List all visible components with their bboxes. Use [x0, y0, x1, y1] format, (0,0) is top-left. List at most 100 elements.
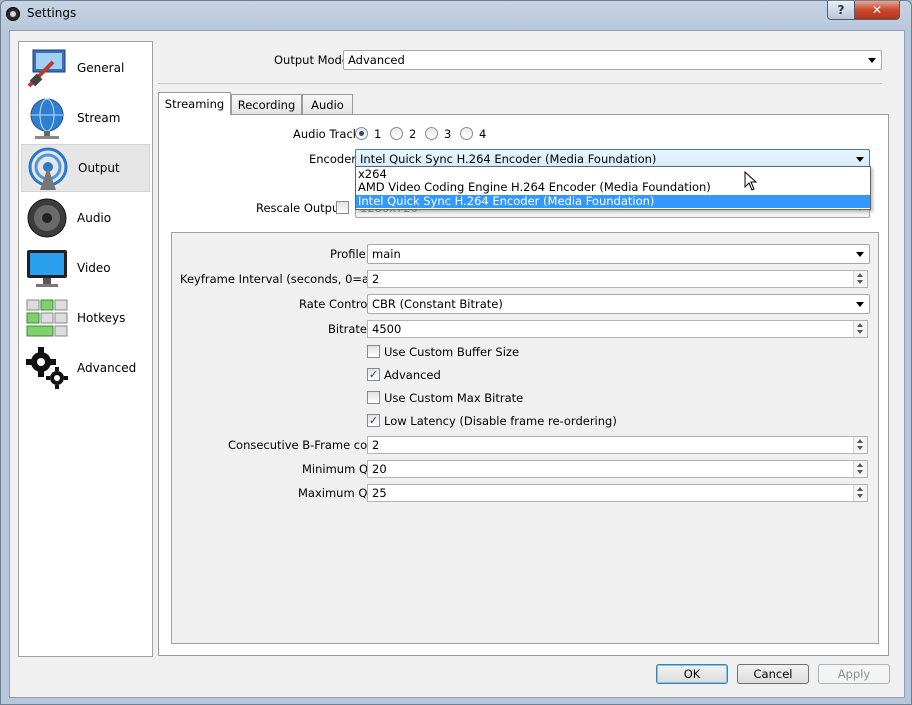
audio-track-radio-4[interactable]: [460, 127, 473, 140]
sidebar-item-label: Stream: [77, 111, 121, 125]
separator: [158, 83, 882, 84]
profile-select[interactable]: main: [367, 244, 870, 264]
tab-audio[interactable]: Audio: [302, 94, 353, 114]
encoder-settings-group: Profile main Keyframe Interval (seconds,…: [171, 232, 879, 644]
spin-arrows-icon[interactable]: [853, 437, 867, 453]
rescale-output-label: Rescale Output: [256, 201, 344, 215]
low-latency-checkbox[interactable]: ✓: [367, 414, 380, 427]
custom-max-bitrate-checkbox[interactable]: [367, 391, 380, 404]
rate-control-label: Rate Control: [299, 297, 371, 311]
sidebar-item-video[interactable]: Video: [21, 244, 150, 292]
encoder-value: Intel Quick Sync H.264 Encoder (Media Fo…: [360, 152, 657, 166]
minimum-qp-label: Minimum QP: [302, 462, 375, 476]
sidebar-item-label: Video: [77, 261, 111, 275]
sidebar-item-stream[interactable]: Stream: [21, 94, 150, 142]
spin-arrows-icon[interactable]: [853, 321, 867, 337]
spin-arrows-icon[interactable]: [853, 461, 867, 477]
keyframe-interval-input[interactable]: 2: [367, 270, 868, 288]
spin-arrows-icon[interactable]: [853, 271, 867, 287]
bitrate-label: Bitrate: [328, 322, 367, 336]
tab-label: Streaming: [164, 97, 225, 111]
sidebar-item-audio[interactable]: Audio: [21, 194, 150, 242]
tab-label: Audio: [311, 97, 344, 112]
sidebar-item-label: Audio: [77, 211, 112, 225]
maximum-qp-label: Maximum QP: [298, 486, 375, 500]
chevron-down-icon: [856, 252, 864, 257]
bframe-count-label: Consecutive B-Frame count: [228, 438, 387, 452]
advanced-checkbox-label: Advanced: [384, 368, 441, 382]
help-button[interactable]: ?: [827, 1, 855, 20]
audio-track-radio-1[interactable]: [355, 127, 368, 140]
window-title: Settings: [27, 6, 77, 20]
bframe-count-value: 2: [372, 438, 380, 452]
close-icon: ✕: [871, 3, 883, 17]
cancel-button-label: Cancel: [753, 667, 793, 681]
cancel-button[interactable]: Cancel: [737, 664, 809, 684]
audio-track-option-label: 1: [374, 127, 382, 141]
bitrate-input[interactable]: 4500: [367, 320, 868, 338]
obs-app-icon: [6, 7, 20, 21]
audio-track-option-label: 2: [409, 127, 417, 141]
encoder-option-amd[interactable]: AMD Video Coding Engine H.264 Encoder (M…: [356, 181, 870, 194]
tab-streaming[interactable]: Streaming: [158, 92, 231, 115]
encoder-option-intel-quicksync[interactable]: Intel Quick Sync H.264 Encoder (Media Fo…: [356, 195, 870, 208]
keyframe-interval-value: 2: [372, 272, 380, 286]
title-bar[interactable]: Settings ? ✕: [1, 1, 911, 29]
tab-recording[interactable]: Recording: [231, 94, 302, 114]
custom-max-bitrate-label: Use Custom Max Bitrate: [384, 391, 524, 405]
speaker-icon: [27, 198, 67, 238]
encoder-label: Encoder: [309, 152, 357, 166]
rate-control-value: CBR (Constant Bitrate): [372, 297, 503, 311]
chevron-down-icon: [856, 157, 864, 162]
apply-button-label: Apply: [837, 667, 871, 681]
output-mode-select[interactable]: Advanced: [343, 50, 882, 70]
audio-track-radio-3[interactable]: [425, 127, 438, 140]
ok-button-label: OK: [683, 667, 701, 681]
output-mode-label: Output Mode: [274, 53, 349, 67]
bframe-count-input[interactable]: 2: [367, 436, 868, 454]
custom-buffer-checkbox[interactable]: [367, 345, 380, 358]
sidebar-item-advanced[interactable]: Advanced: [21, 344, 150, 392]
low-latency-label: Low Latency (Disable frame re-ordering): [384, 414, 617, 428]
rate-control-select[interactable]: CBR (Constant Bitrate): [367, 294, 870, 314]
minimum-qp-input[interactable]: 20: [367, 460, 868, 478]
advanced-checkbox[interactable]: ✓: [367, 368, 380, 381]
maximum-qp-input[interactable]: 25: [367, 484, 868, 502]
audio-track-radio-2[interactable]: [390, 127, 403, 140]
tab-label: Recording: [237, 97, 296, 112]
close-button[interactable]: ✕: [854, 1, 900, 20]
question-mark-icon: ?: [837, 3, 845, 17]
custom-buffer-label: Use Custom Buffer Size: [384, 345, 520, 359]
mouse-pointer-icon: [744, 171, 758, 191]
profile-value: main: [372, 247, 401, 261]
audio-track-option-label: 4: [479, 127, 487, 141]
monitor-icon: [27, 250, 67, 287]
audio-track-label: Audio Track: [293, 127, 360, 141]
encoder-dropdown-list: x264 AMD Video Coding Engine H.264 Encod…: [355, 166, 871, 210]
profile-label: Profile: [330, 247, 366, 261]
chevron-down-icon: [868, 58, 876, 63]
keyboard-icon: [26, 299, 68, 337]
sidebar-item-label: Advanced: [77, 361, 137, 375]
maximum-qp-value: 25: [372, 486, 387, 500]
sidebar-item-label: Output: [78, 161, 120, 175]
sidebar-item-label: General: [77, 61, 125, 75]
sidebar-item-output[interactable]: Output: [21, 144, 150, 192]
sidebar-item-hotkeys[interactable]: Hotkeys: [21, 294, 150, 342]
settings-category-list: General Stream Output Audio Video Hotkey…: [18, 41, 153, 657]
sidebar-item-label: Hotkeys: [77, 311, 126, 325]
apply-button[interactable]: Apply: [818, 664, 890, 684]
rescale-output-checkbox[interactable]: [336, 201, 349, 214]
stream-globe-icon: [30, 98, 64, 139]
sidebar-item-general[interactable]: General: [21, 44, 150, 92]
minimum-qp-value: 20: [372, 462, 387, 476]
output-antenna-icon: [28, 147, 68, 190]
output-mode-value: Advanced: [348, 53, 405, 67]
keyframe-interval-label: Keyframe Interval (seconds, 0=auto): [180, 272, 393, 286]
chevron-down-icon: [856, 302, 864, 307]
gears-icon: [26, 347, 68, 389]
spin-arrows-icon[interactable]: [853, 485, 867, 501]
settings-client-area: General Stream Output Audio Video Hotkey…: [9, 30, 905, 698]
ok-button[interactable]: OK: [656, 664, 728, 684]
bitrate-value: 4500: [372, 322, 402, 336]
